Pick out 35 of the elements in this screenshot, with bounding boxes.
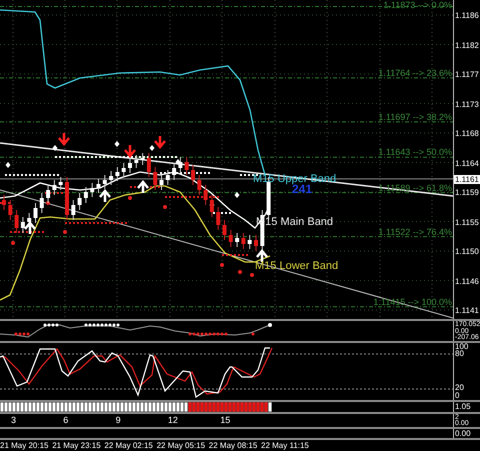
- fib-level-label: 1.11522 --> 76.4%: [378, 226, 452, 237]
- time-axis-label: 22 May 05:15: [156, 441, 206, 451]
- indicator-scale-label: 20: [455, 384, 464, 392]
- time-axis-label: 22 May 02:15: [104, 441, 153, 451]
- price-axis-label: 1.1182: [455, 40, 479, 50]
- price-axis-label: 1.1186: [455, 11, 479, 20]
- indicator-scale-label: 0: [455, 392, 460, 400]
- bar-index-label: 3: [11, 415, 16, 425]
- bar-index-label: 6: [63, 415, 68, 425]
- indicator-scale-label: 80: [455, 350, 464, 358]
- time-axis-label: 21 May 23:15: [52, 441, 101, 451]
- indicator-scale-label: 1.05: [455, 402, 471, 411]
- price-axis-label: 1.1177: [455, 70, 479, 79]
- price-axis-label: 1.1155: [455, 218, 479, 226]
- fib-level-label: 1.11764 --> 23.6%: [378, 68, 452, 78]
- price-axis-label: 1.1164: [455, 158, 479, 168]
- time-axis-label: 22 May 08:15: [208, 441, 258, 451]
- indicator-scale-label: 100: [455, 343, 468, 351]
- bar-index-label: 15: [220, 415, 230, 425]
- bar-index-label: 9: [116, 415, 121, 425]
- time-axis-label: 22 May 11:15: [261, 441, 309, 451]
- price-axis-label: 1.1150: [455, 247, 479, 256]
- price-axis-label: 1.1146: [455, 276, 479, 286]
- price-axis-label: 1.1141: [455, 306, 479, 315]
- price-axis-label: 1.1173: [455, 100, 479, 108]
- time-axis-label: 21 May 20:15: [0, 441, 48, 451]
- indicator-scale-label: 0.00: [455, 429, 471, 438]
- fib-level-label: 1.11873 --> 0.0%: [383, 0, 452, 10]
- fib-level-label: 1.11643 --> 50.0%: [378, 147, 452, 158]
- bar-index-label: 12: [168, 415, 178, 425]
- price-axis-label: 1.1168: [455, 129, 479, 138]
- signal-count: 241: [292, 183, 312, 195]
- fib-level-label: 1.11697 --> 38.2%: [378, 112, 452, 122]
- price-axis-label: 1.1159: [455, 188, 479, 197]
- current-price-label: 1.1161: [454, 174, 480, 184]
